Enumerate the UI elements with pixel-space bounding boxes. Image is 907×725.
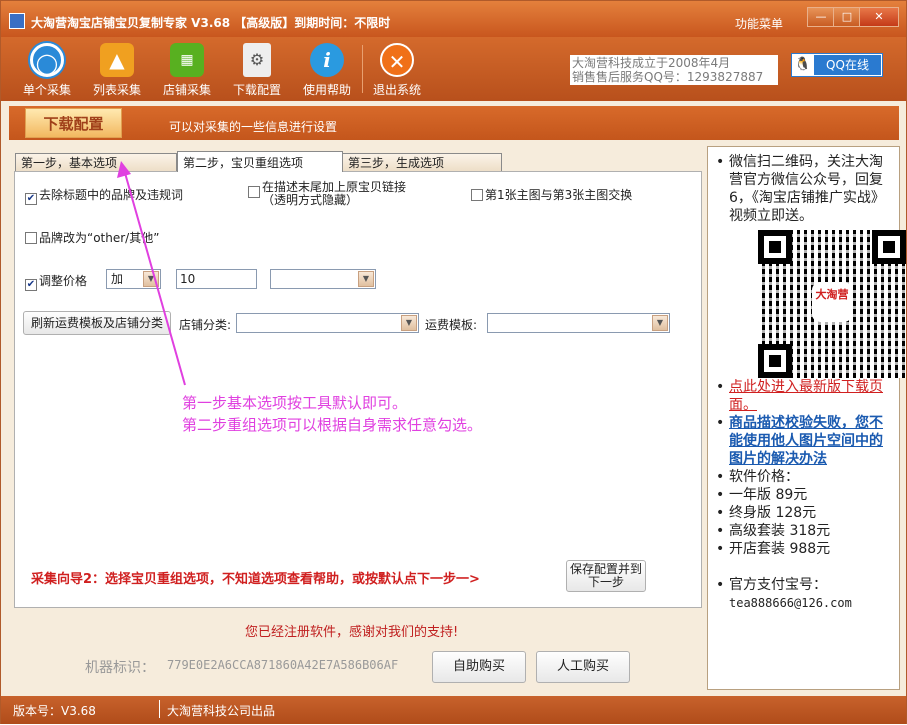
app-window: 大淘营淘宝店铺宝贝复制专家 V3.68 【高级版】到期时间：不限时 功能菜单 —… xyxy=(0,0,907,724)
save-and-next-button[interactable]: 保存配置并到 下一步 xyxy=(566,560,646,592)
wechat-text: 微信扫二维码，关注大淘营官方微信公众号，回复6，《淘宝店铺推广实战》视频立即送。 xyxy=(729,154,885,224)
annotation-line: 第一步基本选项按工具默认即可。 xyxy=(182,394,408,412)
list-item: 高级套装 318元 xyxy=(716,522,893,540)
qr-logo: 大淘营 xyxy=(812,282,852,322)
button-line: 下一步 xyxy=(587,575,624,589)
price-item: 开店套装 988元 xyxy=(729,541,831,557)
machine-id-label: 机器标识： xyxy=(85,660,155,676)
status-separator xyxy=(159,700,160,718)
wechat-qr-code: 大淘营 xyxy=(758,230,906,378)
version-label: 版本号：V3.68 xyxy=(13,704,96,718)
wizard-hint: 采集向导2：选择宝贝重组选项，不知道选项查看帮助，或按默认点下一步一> xyxy=(31,572,480,587)
status-bar: 版本号：V3.68 大淘营科技公司出品 xyxy=(1,696,906,724)
list-item: 点此处进入最新版下载页面。 xyxy=(716,378,893,414)
registered-message: 您已经注册软件，感谢对我们的支持! xyxy=(245,625,459,640)
price-title: 软件价格： xyxy=(729,469,799,485)
alipay-account: tea888666@126.com xyxy=(729,596,852,610)
annotation-text: 第一步基本选项按工具默认即可。 第二步重组选项可以根据自身需求任意勾选。 xyxy=(182,392,482,436)
machine-id-value: 779E0E2A6CCA871860A42E7A586B06AF xyxy=(167,658,399,672)
list-item: 商品描述校验失败，您不能使用他人图片空间中的图片的解决办法 xyxy=(716,414,893,468)
self-purchase-button[interactable]: 自助购买 xyxy=(432,651,526,683)
tab-step2-regroup[interactable]: 第二步，宝贝重组选项 xyxy=(177,151,343,172)
price-item: 高级套装 318元 xyxy=(729,523,831,539)
list-item: 一年版 89元 xyxy=(716,486,893,504)
alipay-title: 官方支付宝号： xyxy=(729,577,827,593)
info-sidebar: 微信扫二维码，关注大淘营官方微信公众号，回复6，《淘宝店铺推广实战》视频立即送。… xyxy=(707,146,906,690)
maker-label: 大淘营科技公司出品 xyxy=(167,704,276,718)
list-item: 终身版 128元 xyxy=(716,504,893,522)
verify-fail-help-link[interactable]: 商品描述校验失败，您不能使用他人图片空间中的图片的解决办法 xyxy=(729,415,883,467)
latest-version-link[interactable]: 点此处进入最新版下载页面。 xyxy=(729,379,883,413)
manual-purchase-button[interactable]: 人工购买 xyxy=(536,651,630,683)
wechat-info: 微信扫二维码，关注大淘营官方微信公众号，回复6，《淘宝店铺推广实战》视频立即送。… xyxy=(716,153,906,378)
price-item: 终身版 128元 xyxy=(729,505,817,521)
price-item: 一年版 89元 xyxy=(729,487,808,503)
list-item: 开店套装 988元 xyxy=(716,540,893,558)
annotation-line: 第二步重组选项可以根据自身需求任意勾选。 xyxy=(182,416,483,434)
list-item: 软件价格： xyxy=(716,468,893,486)
list-item: 官方支付宝号： tea888666@126.com xyxy=(716,576,893,612)
